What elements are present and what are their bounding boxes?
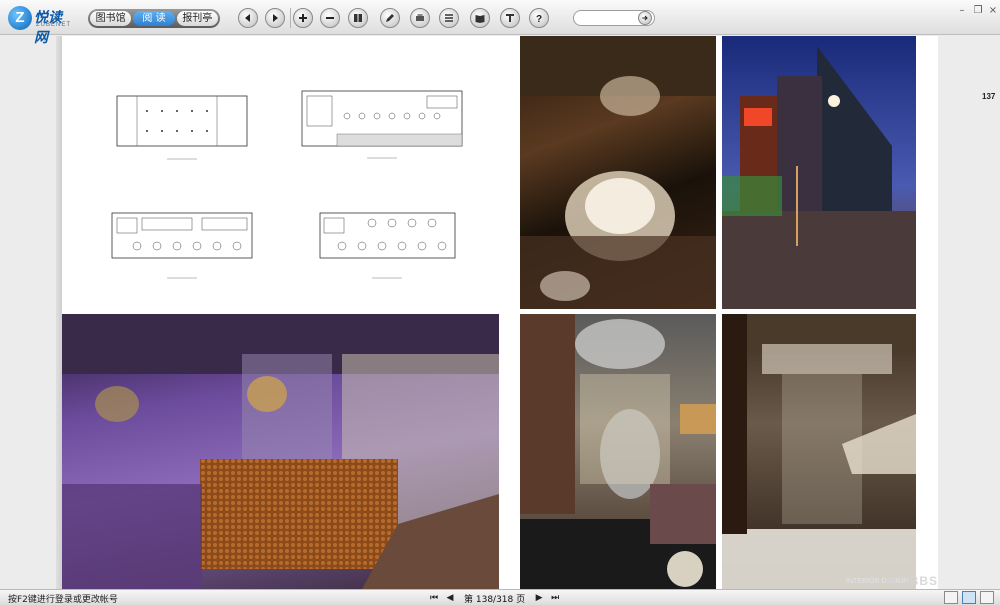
prev-page-small-button[interactable]: ◀ xyxy=(444,592,456,604)
text-icon xyxy=(506,14,514,22)
logo-mark-icon: Z xyxy=(8,6,32,30)
divider xyxy=(290,8,291,28)
floor-plan-drawing xyxy=(111,212,253,279)
floor-plan-1 xyxy=(107,91,257,166)
zoom-in-icon xyxy=(299,14,307,22)
watermark-site: MT-BBS xyxy=(886,574,938,588)
next-page-icon xyxy=(273,14,278,22)
minimize-button[interactable]: – xyxy=(956,5,968,17)
status-bar: 按F2键进行登录或更改帐号 ⏮ ◀ 第 138/318 页 ▶ ⏭ xyxy=(0,589,1000,605)
toolbar: Z 悦读网 ZUBENET 图书馆 阅 读 报刊亭 ? – ❐ × xyxy=(0,0,1000,45)
svg-text:?: ? xyxy=(536,14,542,24)
next-page-small-button[interactable]: ▶ xyxy=(533,592,545,604)
print-icon xyxy=(416,14,424,21)
photo-purple-lobby xyxy=(62,314,499,589)
tab-newsstand[interactable]: 报刊亭 xyxy=(176,11,218,26)
book-spread: 137 xyxy=(62,36,995,589)
mode-switcher: 图书馆 阅 读 报刊亭 xyxy=(88,9,220,28)
zoom-out-button[interactable] xyxy=(320,8,340,28)
bookmark-icon xyxy=(354,14,362,22)
annotate-icon xyxy=(386,14,394,22)
photo-mirror-dining xyxy=(520,314,716,589)
tab-reading[interactable]: 阅 读 xyxy=(133,11,175,26)
restore-button[interactable]: ❐ xyxy=(972,5,984,17)
app-logo: Z 悦读网 ZUBENET xyxy=(8,6,72,45)
double-page-view-button[interactable] xyxy=(962,591,976,604)
chandelier-image xyxy=(520,36,716,309)
floor-plan-2 xyxy=(297,86,467,166)
annotate-button[interactable] xyxy=(380,8,400,28)
tab-library[interactable]: 图书馆 xyxy=(90,11,132,26)
status-message: 按F2键进行登录或更改帐号 xyxy=(8,595,118,605)
toc-button[interactable] xyxy=(439,8,459,28)
toc-icon xyxy=(445,14,453,22)
fit-view-button[interactable] xyxy=(980,591,994,604)
zoom-in-button[interactable] xyxy=(293,8,313,28)
floor-plan-drawing xyxy=(116,95,248,160)
building-image xyxy=(722,46,916,309)
single-page-view-button[interactable] xyxy=(944,591,958,604)
print-button[interactable] xyxy=(410,8,430,28)
text-button[interactable] xyxy=(500,8,520,28)
bookmark-button[interactable] xyxy=(348,8,368,28)
corridor-image xyxy=(722,314,916,589)
page-navigator: ⏮ ◀ 第 138/318 页 ▶ ⏭ xyxy=(428,591,561,605)
photo-chandelier xyxy=(520,36,716,309)
last-page-button[interactable]: ⏭ xyxy=(549,592,561,604)
page-number: 137 xyxy=(982,92,996,101)
help-button[interactable]: ? xyxy=(529,8,549,28)
floor-plan-drawing xyxy=(319,212,456,279)
first-page-button[interactable]: ⏮ xyxy=(428,592,440,604)
floor-plan-drawing xyxy=(301,90,463,159)
photo-building-night xyxy=(722,36,916,309)
reader-window: Z 悦读网 ZUBENET 图书馆 阅 读 报刊亭 ? – ❐ × 137 IN… xyxy=(0,0,1000,605)
book-icon xyxy=(475,15,485,23)
help-icon: ? xyxy=(536,14,542,24)
floor-plan-4 xyxy=(312,208,462,288)
floor-plan-3 xyxy=(102,208,262,288)
zoom-out-icon xyxy=(326,17,334,19)
page-indicator[interactable]: 第 138/318 页 xyxy=(460,592,529,605)
photo-corridor xyxy=(722,314,916,589)
logo-subtitle: ZUBENET xyxy=(36,22,72,28)
close-button[interactable]: × xyxy=(987,5,999,17)
prev-page-button[interactable] xyxy=(238,8,258,28)
book-button[interactable] xyxy=(470,8,490,28)
next-page-button[interactable] xyxy=(265,8,285,28)
search-go-button[interactable] xyxy=(638,11,652,25)
lobby-image xyxy=(62,314,499,589)
dining-image xyxy=(520,314,716,589)
prev-page-icon xyxy=(245,14,250,22)
arrow-right-icon xyxy=(642,15,648,21)
